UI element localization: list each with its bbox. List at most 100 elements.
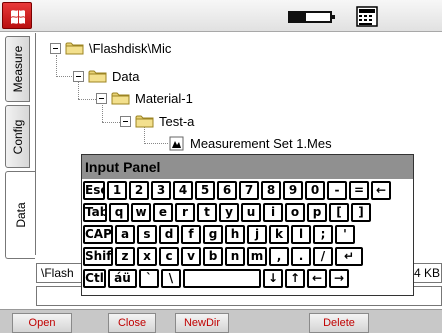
input-panel-title: Input Panel [82, 155, 413, 179]
key-1-7[interactable]: u [241, 203, 261, 222]
newdir-button[interactable]: NewDir [175, 313, 229, 333]
collapse-icon[interactable] [120, 115, 131, 127]
folder-icon [111, 92, 130, 105]
tree-item-root-label: \Flashdisk\Mic [89, 40, 172, 56]
size-label: 4 KB [413, 266, 440, 280]
tree-item-material-label: Material-1 [135, 90, 193, 106]
bottom-toolbar: Open Close NewDir Delete [0, 309, 442, 333]
tab-config-label: Config [10, 119, 25, 154]
key-2-2[interactable]: s [137, 225, 157, 244]
key-1-2[interactable]: w [131, 203, 151, 222]
key-3-3[interactable]: c [159, 247, 179, 266]
key-3-1[interactable]: z [115, 247, 135, 266]
tab-measure[interactable]: Measure [5, 36, 30, 102]
key-3-8[interactable]: , [269, 247, 289, 266]
key-4-7[interactable]: ← [307, 269, 327, 288]
close-button[interactable]: Close [108, 313, 156, 333]
key-4-8[interactable]: → [329, 269, 349, 288]
key-0-12[interactable]: = [349, 181, 369, 200]
key-3-10[interactable]: / [313, 247, 333, 266]
key-1-1[interactable]: q [109, 203, 129, 222]
key-3-4[interactable]: v [181, 247, 201, 266]
collapse-icon[interactable] [73, 70, 84, 82]
tree-item-test[interactable]: Test-a [120, 111, 194, 131]
key-1-11[interactable]: [ [329, 203, 349, 222]
key-2-8[interactable]: k [269, 225, 289, 244]
collapse-icon[interactable] [96, 92, 107, 104]
key-0-7[interactable]: 7 [239, 181, 259, 200]
key-0-1[interactable]: 1 [107, 181, 127, 200]
key-3-6[interactable]: n [225, 247, 245, 266]
tab-measure-label: Measure [10, 45, 25, 93]
key-1-9[interactable]: o [285, 203, 305, 222]
key-4-2[interactable]: ` [139, 269, 159, 288]
key-2-6[interactable]: h [225, 225, 245, 244]
tree-item-root[interactable]: \Flashdisk\Mic [50, 38, 171, 58]
key-0-11[interactable]: - [327, 181, 347, 200]
tab-config[interactable]: Config [5, 105, 30, 168]
tree-item-file[interactable]: Measurement Set 1.Mes [169, 133, 332, 153]
key-1-3[interactable]: e [153, 203, 173, 222]
key-4-3[interactable]: \ [161, 269, 181, 288]
key-0-5[interactable]: 5 [195, 181, 215, 200]
tree-item-material[interactable]: Material-1 [96, 88, 193, 108]
key-2-11[interactable]: ' [335, 225, 355, 244]
key-0-3[interactable]: 3 [151, 181, 171, 200]
tree-item-file-label: Measurement Set 1.Mes [190, 135, 332, 151]
key-0-6[interactable]: 6 [217, 181, 237, 200]
battery-level [290, 13, 306, 21]
collapse-icon[interactable] [50, 42, 61, 54]
key-0-2[interactable]: 2 [129, 181, 149, 200]
top-bar [0, 0, 442, 32]
key-4-5[interactable]: ↓ [263, 269, 283, 288]
folder-icon [88, 70, 107, 83]
folder-icon [65, 42, 84, 55]
key-4-1[interactable]: áü [108, 269, 137, 288]
key-0-13[interactable]: ← [371, 181, 391, 200]
key-2-1[interactable]: a [115, 225, 135, 244]
folder-icon [135, 115, 154, 128]
key-2-4[interactable]: f [181, 225, 201, 244]
key-3-9[interactable]: . [291, 247, 311, 266]
key-1-6[interactable]: y [219, 203, 239, 222]
input-panel: Input Panel Esc1234567890-=←Tabqwertyuio… [81, 154, 414, 296]
key-4-4[interactable] [183, 269, 261, 288]
key-2-7[interactable]: j [247, 225, 267, 244]
file-icon [169, 136, 184, 150]
key-3-0[interactable]: Shift [83, 247, 113, 266]
key-3-5[interactable]: b [203, 247, 223, 266]
input-panel-toggle-icon[interactable] [356, 6, 378, 27]
key-2-0[interactable]: CAP [83, 225, 113, 244]
path-field-text: \Flash [41, 266, 74, 280]
tree-item-data-label: Data [112, 68, 140, 84]
key-1-0[interactable]: Tab [83, 203, 107, 222]
key-2-5[interactable]: g [203, 225, 223, 244]
key-0-0[interactable]: Esc [83, 181, 105, 200]
tab-data[interactable]: Data [5, 171, 35, 259]
key-2-10[interactable]: ; [313, 225, 333, 244]
key-3-11[interactable]: ↵ [335, 247, 363, 266]
key-1-12[interactable]: ] [351, 203, 371, 222]
key-1-5[interactable]: t [197, 203, 217, 222]
key-1-10[interactable]: p [307, 203, 327, 222]
key-3-7[interactable]: m [247, 247, 267, 266]
key-4-0[interactable]: Ctl [83, 269, 106, 288]
tree-item-data[interactable]: Data [73, 66, 139, 86]
key-1-4[interactable]: r [175, 203, 195, 222]
key-0-4[interactable]: 4 [173, 181, 193, 200]
key-1-8[interactable]: i [263, 203, 283, 222]
start-button[interactable] [2, 2, 32, 29]
delete-button[interactable]: Delete [309, 313, 369, 333]
key-0-9[interactable]: 9 [283, 181, 303, 200]
key-2-3[interactable]: d [159, 225, 179, 244]
tab-data-label: Data [13, 202, 28, 228]
key-0-8[interactable]: 8 [261, 181, 281, 200]
key-2-9[interactable]: l [291, 225, 311, 244]
windows-logo-icon [11, 10, 25, 24]
key-4-6[interactable]: ↑ [285, 269, 305, 288]
key-0-10[interactable]: 0 [305, 181, 325, 200]
battery-icon [288, 11, 335, 23]
tree-item-test-label: Test-a [159, 113, 195, 129]
open-button[interactable]: Open [12, 313, 72, 333]
key-3-2[interactable]: x [137, 247, 157, 266]
